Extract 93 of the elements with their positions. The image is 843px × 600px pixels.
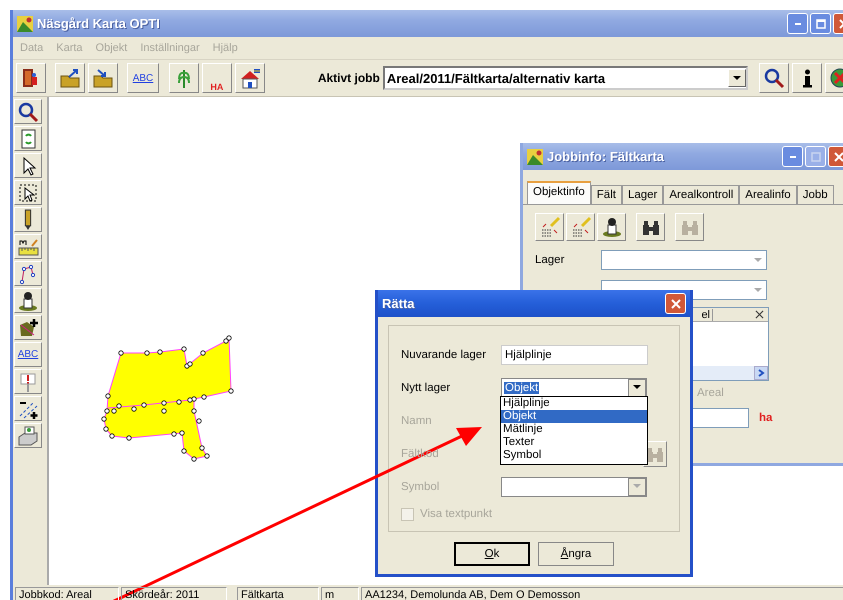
- area-add-button[interactable]: [14, 315, 42, 340]
- minimize-button[interactable]: [787, 13, 808, 34]
- tab[interactable]: Objektinfo: [527, 181, 591, 204]
- search-button[interactable]: [759, 63, 789, 93]
- close-icon: [834, 152, 843, 162]
- dropdown-option[interactable]: Objekt: [501, 410, 647, 423]
- chevron-right-icon: [757, 369, 765, 377]
- maximize-icon: [816, 18, 826, 28]
- scroll-right-button[interactable]: [754, 366, 768, 380]
- search-icon: [17, 100, 39, 122]
- tab[interactable]: Lager: [622, 185, 664, 204]
- grain-button[interactable]: [168, 63, 199, 93]
- close-icon: [670, 298, 680, 308]
- dropdown-option[interactable]: Mätlinje: [501, 423, 647, 436]
- info-button[interactable]: [792, 63, 822, 93]
- house-icon: [238, 67, 261, 89]
- dropdown-option[interactable]: Texter: [501, 436, 647, 449]
- field-label: Lager: [535, 254, 566, 266]
- status-panel: AA1234, Demolunda AB, Dem O Demosson: [361, 587, 843, 600]
- tab[interactable]: Arealinfo: [739, 185, 797, 204]
- folder-import-button[interactable]: [88, 63, 118, 93]
- dropdown[interactable]: [501, 476, 647, 496]
- cancel-button[interactable]: Ångra: [538, 542, 614, 566]
- map-icon: [527, 148, 543, 164]
- active-job-label: Aktivt jobb: [318, 71, 380, 85]
- dialog-title: Rätta: [382, 296, 416, 311]
- text-tool-button[interactable]: ABC: [127, 63, 159, 93]
- field-label: Areal: [697, 387, 725, 399]
- window-title: Jobbinfo: Fältkarta: [547, 149, 666, 164]
- split-lines-button[interactable]: [14, 396, 42, 421]
- sign-button[interactable]: [14, 369, 42, 394]
- table-edit-button[interactable]: [535, 213, 564, 241]
- minimize-button[interactable]: [782, 146, 803, 167]
- pencil-icon: [24, 208, 32, 230]
- caret-icon: [633, 484, 641, 489]
- area-add-icon: [17, 316, 39, 338]
- tab[interactable]: Jobb: [796, 185, 834, 204]
- search-icon: [763, 67, 785, 89]
- status-panel: Skördeår: 2011: [121, 587, 227, 600]
- caret-icon: [754, 258, 762, 262]
- maximize-icon: [810, 152, 820, 162]
- status-panel: m: [321, 587, 359, 600]
- caret-icon: [754, 288, 762, 292]
- selection-pointer-icon: [17, 182, 39, 204]
- field-label: Nytt lager: [401, 382, 452, 394]
- printer-icon: [17, 424, 39, 446]
- status-panel: Jobbkod: Areal: [15, 587, 119, 600]
- stamp-icon: [17, 290, 39, 312]
- selection-pointer-button[interactable]: [14, 180, 42, 205]
- exit-door-button[interactable]: [16, 63, 46, 93]
- search-button[interactable]: [14, 99, 42, 124]
- text-tool-button[interactable]: ABC: [14, 342, 42, 367]
- pointer-button[interactable]: [14, 153, 42, 178]
- maximize-button[interactable]: [810, 13, 831, 34]
- caret-icon: [733, 76, 741, 80]
- pencil-button[interactable]: [14, 207, 42, 232]
- hectare-button[interactable]: HA: [202, 63, 232, 93]
- folder-export-button[interactable]: [55, 63, 85, 93]
- polyline-button[interactable]: [14, 261, 42, 286]
- caret-icon: [633, 385, 641, 390]
- minimize-icon: [790, 156, 796, 158]
- field-label: Namn: [401, 414, 433, 426]
- refresh-page-button[interactable]: [14, 126, 42, 151]
- close-icon[interactable]: [755, 310, 764, 319]
- binoculars-button[interactable]: [636, 213, 665, 241]
- folder-export-icon: [59, 67, 81, 89]
- close-button[interactable]: [828, 146, 843, 167]
- dropdown-option[interactable]: Hjälplinje: [501, 397, 647, 410]
- map-icon: [17, 16, 33, 32]
- table-edit-button[interactable]: [566, 213, 595, 241]
- layer-dropdown[interactable]: [601, 250, 767, 270]
- stamp-icon: [600, 216, 622, 238]
- field-label: Symbol: [401, 480, 440, 492]
- checkbox-label: Visa textpunkt: [420, 508, 492, 520]
- ruler-button[interactable]: [14, 234, 42, 259]
- dropdown[interactable]: Objekt: [501, 378, 647, 398]
- dropdown-option[interactable]: Symbol: [501, 449, 647, 462]
- status-panel: Fältkarta: [237, 587, 319, 600]
- tab[interactable]: Fält: [590, 185, 622, 204]
- text-field[interactable]: Hjälplinje: [501, 344, 648, 364]
- window-title: Näsgård Karta OPTI: [37, 16, 161, 31]
- tab[interactable]: Arealkontroll: [663, 185, 740, 204]
- house-button[interactable]: [234, 63, 265, 93]
- minimize-icon: [794, 22, 800, 24]
- stamp-button[interactable]: [597, 213, 626, 241]
- close-button[interactable]: [665, 293, 686, 314]
- field-label: Nuvarande lager: [401, 348, 488, 360]
- printer-button[interactable]: [14, 423, 42, 448]
- active-job-dropdown[interactable]: Areal/2011/Fältkarta/alternativ karta: [382, 66, 748, 90]
- ok-button[interactable]: Ok: [454, 542, 530, 566]
- stamp-button[interactable]: [14, 288, 42, 313]
- unit-label: ha: [759, 412, 772, 424]
- folder-import-icon: [92, 67, 114, 89]
